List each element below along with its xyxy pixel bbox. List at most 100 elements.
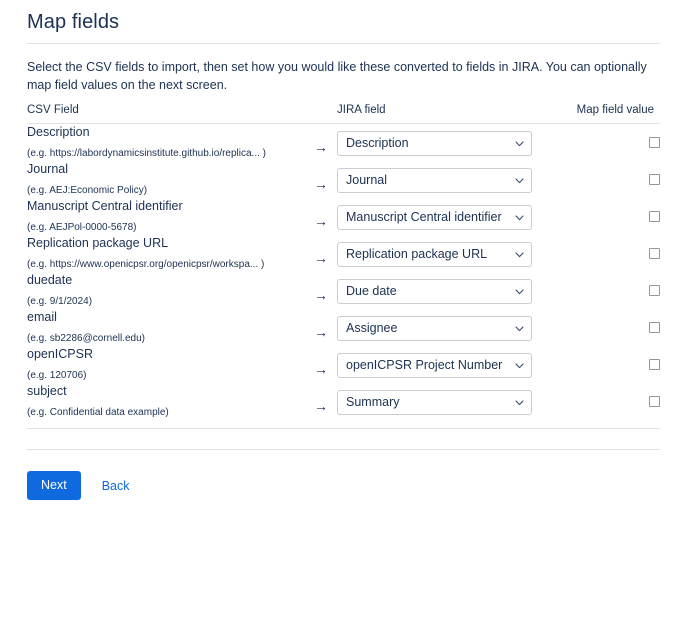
jira-field-select[interactable]: Due date bbox=[337, 279, 532, 304]
jira-field-selected-value: Replication package URL bbox=[346, 247, 488, 261]
mapping-arrow-cell: → bbox=[305, 161, 337, 198]
jira-field-selected-value: Due date bbox=[346, 284, 397, 298]
page-title: Map fields bbox=[27, 11, 120, 33]
jira-field-select-wrap: Summary bbox=[337, 383, 562, 415]
map-field-value-checkbox[interactable] bbox=[649, 174, 660, 185]
map-field-value-checkbox-wrap bbox=[562, 198, 660, 229]
map-field-value-cell bbox=[562, 383, 660, 420]
jira-field-selected-value: Manuscript Central identifier bbox=[346, 210, 502, 224]
column-header-jira-field: JIRA field bbox=[337, 104, 562, 124]
map-field-value-checkbox-wrap bbox=[562, 383, 660, 414]
chevron-down-icon bbox=[515, 243, 524, 266]
csv-field-cell: duedate (e.g. 9/1/2024) bbox=[27, 272, 305, 309]
map-field-value-checkbox[interactable] bbox=[649, 396, 660, 407]
map-field-value-cell bbox=[562, 309, 660, 346]
column-header-spacer bbox=[305, 104, 337, 124]
table-row: Description (e.g. https://labordynamicsin… bbox=[27, 124, 660, 162]
map-field-value-checkbox[interactable] bbox=[649, 322, 660, 333]
jira-field-select[interactable]: Journal bbox=[337, 168, 532, 193]
mapping-arrow-cell: → bbox=[305, 272, 337, 309]
map-field-value-cell bbox=[562, 124, 660, 162]
table-row: openICPSR (e.g. 120706) → openICPSR Project… bbox=[27, 346, 660, 383]
csv-field-name: email bbox=[27, 310, 57, 324]
jira-field-select[interactable]: openICPSR Project Number bbox=[337, 353, 532, 378]
jira-field-cell: Description bbox=[337, 124, 562, 162]
map-field-value-checkbox-wrap bbox=[562, 309, 660, 340]
mapping-arrow-cell: → bbox=[305, 235, 337, 272]
jira-field-selected-value: Summary bbox=[346, 395, 400, 409]
jira-field-select[interactable]: Manuscript Central identifier bbox=[337, 205, 532, 230]
map-field-value-checkbox-wrap bbox=[562, 346, 660, 377]
jira-field-cell: Replication package URL bbox=[337, 235, 562, 272]
table-row: subject (e.g. Confidential data example) →… bbox=[27, 383, 660, 420]
csv-field-example: (e.g. https://www.openicpsr.org/openicps… bbox=[27, 259, 265, 270]
csv-field-cell: Replication package URL (e.g. https://www… bbox=[27, 235, 305, 272]
mapping-arrow-cell: → bbox=[305, 198, 337, 235]
chevron-down-icon bbox=[515, 169, 524, 192]
mapping-arrow-cell: → bbox=[305, 124, 337, 162]
jira-field-select-wrap: Due date bbox=[337, 272, 562, 304]
column-header-csv-field: CSV Field bbox=[27, 104, 305, 124]
jira-field-selected-value: Description bbox=[346, 136, 409, 150]
csv-field-example: (e.g. sb2286@cornell.edu) bbox=[27, 333, 145, 344]
chevron-down-icon bbox=[515, 317, 524, 340]
jira-field-cell: Due date bbox=[337, 272, 562, 309]
chevron-down-icon bbox=[515, 354, 524, 377]
table-row: duedate (e.g. 9/1/2024) → Due date bbox=[27, 272, 660, 309]
form-actions: Next Back bbox=[27, 450, 660, 500]
jira-field-cell: openICPSR Project Number bbox=[337, 346, 562, 383]
map-field-value-cell bbox=[562, 346, 660, 383]
jira-field-select-wrap: Replication package URL bbox=[337, 235, 562, 267]
jira-field-selected-value: openICPSR Project Number bbox=[346, 358, 503, 372]
map-field-value-cell bbox=[562, 161, 660, 198]
map-field-value-checkbox[interactable] bbox=[649, 359, 660, 370]
csv-field-name: Description bbox=[27, 125, 90, 139]
jira-field-select-wrap: Assignee bbox=[337, 309, 562, 341]
arrow-right-icon: → bbox=[314, 398, 328, 414]
csv-field-example: (e.g. AEJ:Economic Policy) bbox=[27, 185, 148, 196]
csv-field-name: Journal bbox=[27, 162, 68, 176]
table-row: email (e.g. sb2286@cornell.edu) → Assignee bbox=[27, 309, 660, 346]
csv-field-cell: openICPSR (e.g. 120706) bbox=[27, 346, 305, 383]
csv-field-cell: Manuscript Central identifier (e.g. AEJPo… bbox=[27, 198, 305, 235]
jira-field-select-wrap: Manuscript Central identifier bbox=[337, 198, 562, 230]
mapping-arrow-cell: → bbox=[305, 309, 337, 346]
table-row: Manuscript Central identifier (e.g. AEJPo… bbox=[27, 198, 660, 235]
map-field-value-cell bbox=[562, 235, 660, 272]
column-header-map-field-value: Map field value bbox=[562, 104, 660, 124]
jira-field-select[interactable]: Replication package URL bbox=[337, 242, 532, 267]
csv-field-cell: email (e.g. sb2286@cornell.edu) bbox=[27, 309, 305, 346]
mapping-arrow-cell: → bbox=[305, 346, 337, 383]
csv-field-name: Replication package URL bbox=[27, 236, 169, 250]
map-field-value-checkbox[interactable] bbox=[649, 248, 660, 259]
jira-field-cell: Manuscript Central identifier bbox=[337, 198, 562, 235]
table-header: CSV Field JIRA field Map field value bbox=[27, 104, 660, 124]
intro-text: Select the CSV fields to import, then se… bbox=[27, 60, 647, 92]
jira-field-select[interactable]: Summary bbox=[337, 390, 532, 415]
jira-field-cell: Journal bbox=[337, 161, 562, 198]
mapping-arrow-cell: → bbox=[305, 383, 337, 420]
jira-field-select-wrap: Description bbox=[337, 124, 562, 156]
chevron-down-icon bbox=[515, 206, 524, 229]
map-field-value-checkbox[interactable] bbox=[649, 137, 660, 148]
csv-field-name: Manuscript Central identifier bbox=[27, 199, 183, 213]
jira-field-selected-value: Journal bbox=[346, 173, 387, 187]
arrow-right-icon: → bbox=[314, 139, 328, 155]
jira-field-cell: Assignee bbox=[337, 309, 562, 346]
map-field-value-checkbox[interactable] bbox=[649, 211, 660, 222]
chevron-down-icon bbox=[515, 280, 524, 303]
map-fields-page: Map fields Select the CSV fields to impo… bbox=[0, 0, 687, 632]
chevron-down-icon bbox=[515, 132, 524, 155]
map-field-value-checkbox-wrap bbox=[562, 272, 660, 303]
map-field-value-checkbox-wrap bbox=[562, 161, 660, 192]
table-row: Replication package URL (e.g. https://www… bbox=[27, 235, 660, 272]
jira-field-select[interactable]: Description bbox=[337, 131, 532, 156]
arrow-right-icon: → bbox=[314, 287, 328, 303]
map-field-value-checkbox[interactable] bbox=[649, 285, 660, 296]
csv-field-name: duedate bbox=[27, 273, 73, 287]
next-button[interactable]: Next bbox=[27, 471, 81, 500]
arrow-right-icon: → bbox=[314, 250, 328, 266]
map-field-value-cell bbox=[562, 198, 660, 235]
jira-field-select[interactable]: Assignee bbox=[337, 316, 532, 341]
back-link[interactable]: Back bbox=[102, 479, 130, 493]
